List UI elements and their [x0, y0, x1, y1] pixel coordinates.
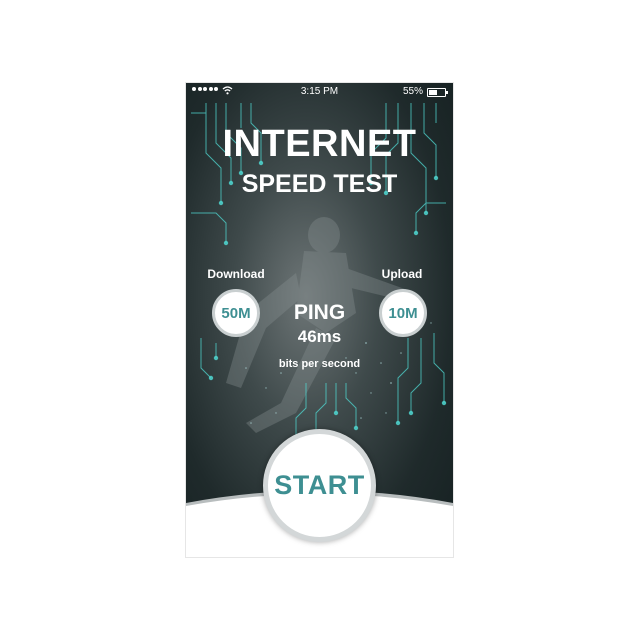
title-speed-test: SPEED TEST [241, 170, 398, 198]
upload-label: Upload [381, 267, 423, 281]
download-label: Download [207, 267, 265, 281]
start-button-label: START [274, 470, 365, 500]
status-bar: 3:15 PM 55% [186, 83, 453, 100]
ping-value: 46ms [297, 327, 342, 346]
start-button[interactable]: START [263, 429, 376, 542]
battery-level-fill [429, 90, 438, 95]
phone-screen: 3:15 PM 55% INTERNET SPEED TEST Download… [186, 83, 453, 557]
title-internet: INTERNET [222, 123, 417, 165]
battery-percent: 55% [402, 86, 423, 97]
units-caption: bits per second [278, 358, 361, 370]
ping-label: PING [293, 301, 346, 324]
battery-icon [427, 88, 448, 97]
